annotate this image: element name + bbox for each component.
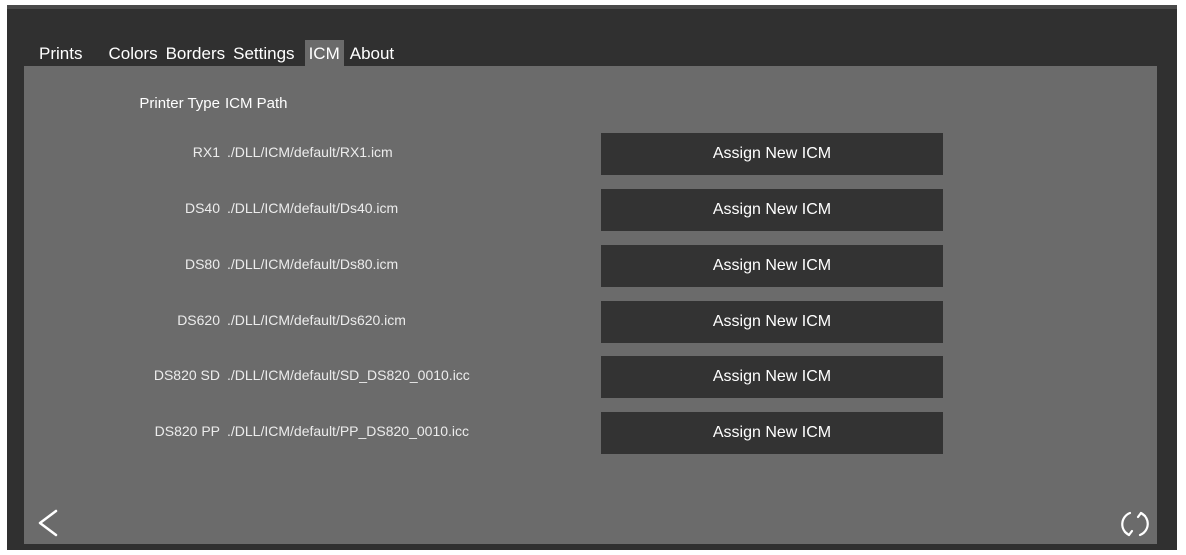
tab-about[interactable]: About	[346, 40, 398, 67]
icm-panel: Printer Type ICM Path RX1 ./DLL/ICM/defa…	[24, 66, 1157, 544]
icm-row-ds820-sd: DS820 SD ./DLL/ICM/default/SD_DS820_0010…	[24, 354, 1157, 398]
assign-icm-button-ds80[interactable]: Assign New ICM	[601, 245, 943, 287]
tab-icm[interactable]: ICM	[304, 40, 344, 67]
assign-icm-button-ds620[interactable]: Assign New ICM	[601, 301, 943, 343]
icm-row-rx1: RX1 ./DLL/ICM/default/RX1.icm Assign New…	[24, 131, 1157, 175]
icm-path-value: ./DLL/ICM/default/PP_DS820_0010.icc	[227, 423, 470, 439]
tab-bar: Prints Colors Borders Settings ICM About	[35, 37, 398, 67]
assign-icm-button-rx1[interactable]: Assign New ICM	[601, 133, 943, 175]
printer-type-label: DS820 PP	[154, 423, 220, 439]
printer-type-label: DS40	[184, 200, 220, 216]
icm-path-value: ./DLL/ICM/default/Ds40.icm	[227, 200, 399, 216]
icm-row-ds820-pp: DS820 PP ./DLL/ICM/default/PP_DS820_0010…	[24, 410, 1157, 454]
back-arrow-icon[interactable]	[34, 508, 64, 538]
assign-icm-button-ds40[interactable]: Assign New ICM	[601, 189, 943, 231]
printer-type-header: Printer Type	[139, 95, 220, 112]
printer-type-label: DS620	[177, 312, 220, 328]
icm-row-ds620: DS620 ./DLL/ICM/default/Ds620.icm Assign…	[24, 299, 1157, 343]
icm-path-value: ./DLL/ICM/default/Ds620.icm	[227, 312, 406, 328]
icm-path-value: ./DLL/ICM/default/RX1.icm	[227, 144, 393, 160]
icm-path-value: ./DLL/ICM/default/SD_DS820_0010.icc	[227, 367, 470, 383]
refresh-icon[interactable]	[1119, 508, 1151, 540]
tab-colors[interactable]: Colors	[104, 40, 161, 67]
tab-prints[interactable]: Prints	[35, 40, 86, 67]
icm-path-value: ./DLL/ICM/default/Ds80.icm	[227, 256, 399, 272]
app-window: Prints Colors Borders Settings ICM About…	[7, 5, 1177, 550]
icm-row-ds80: DS80 ./DLL/ICM/default/Ds80.icm Assign N…	[24, 243, 1157, 287]
printer-type-label: RX1	[192, 144, 220, 160]
icm-row-ds40: DS40 ./DLL/ICM/default/Ds40.icm Assign N…	[24, 187, 1157, 231]
tab-borders[interactable]: Borders	[162, 40, 230, 67]
icm-path-header: ICM Path	[225, 95, 288, 112]
assign-icm-button-ds820-sd[interactable]: Assign New ICM	[601, 356, 943, 398]
tab-settings[interactable]: Settings	[229, 40, 298, 67]
assign-icm-button-ds820-pp[interactable]: Assign New ICM	[601, 412, 943, 454]
printer-type-label: DS80	[184, 256, 220, 272]
printer-type-label: DS820 SD	[153, 367, 220, 383]
